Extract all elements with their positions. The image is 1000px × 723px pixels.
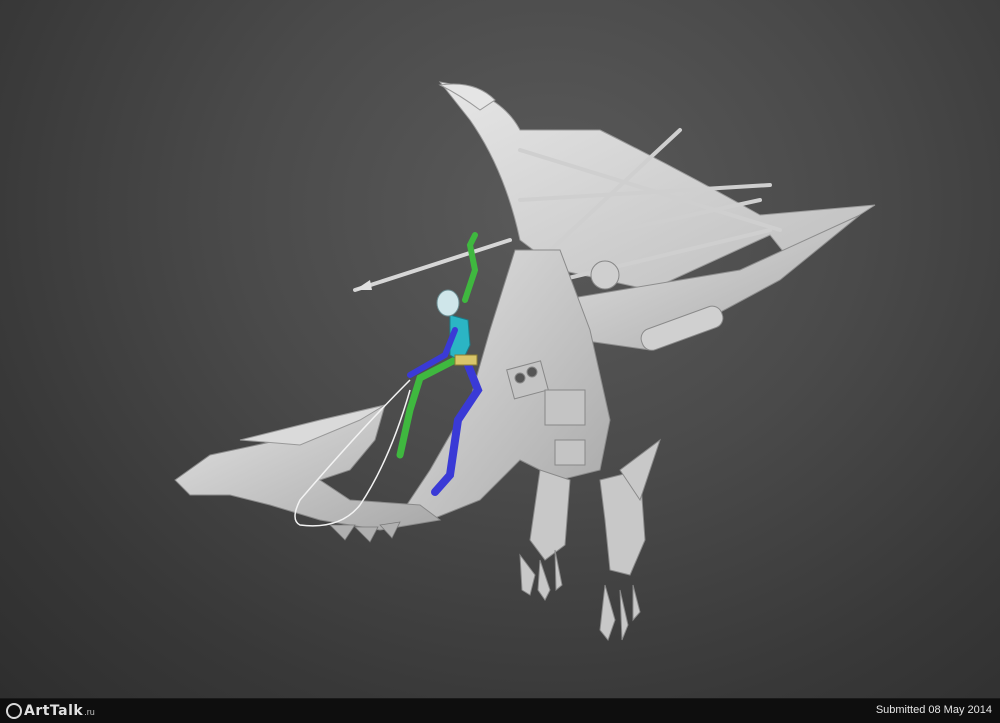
- footer-bar: ArtTalk .ru Submitted 08 May 2014: [0, 698, 1000, 723]
- logo-text: ArtTalk: [24, 703, 84, 719]
- arttalk-logo[interactable]: ArtTalk .ru: [6, 702, 95, 720]
- dragon-body: [399, 249, 611, 521]
- logo-icon: [6, 703, 22, 719]
- dragon-render-image: [174, 81, 876, 642]
- render-viewport: [0, 0, 1000, 698]
- submitted-date: Submitted 08 May 2014: [875, 704, 992, 716]
- spear: [353, 238, 512, 292]
- logo-suffix: .ru: [84, 707, 95, 717]
